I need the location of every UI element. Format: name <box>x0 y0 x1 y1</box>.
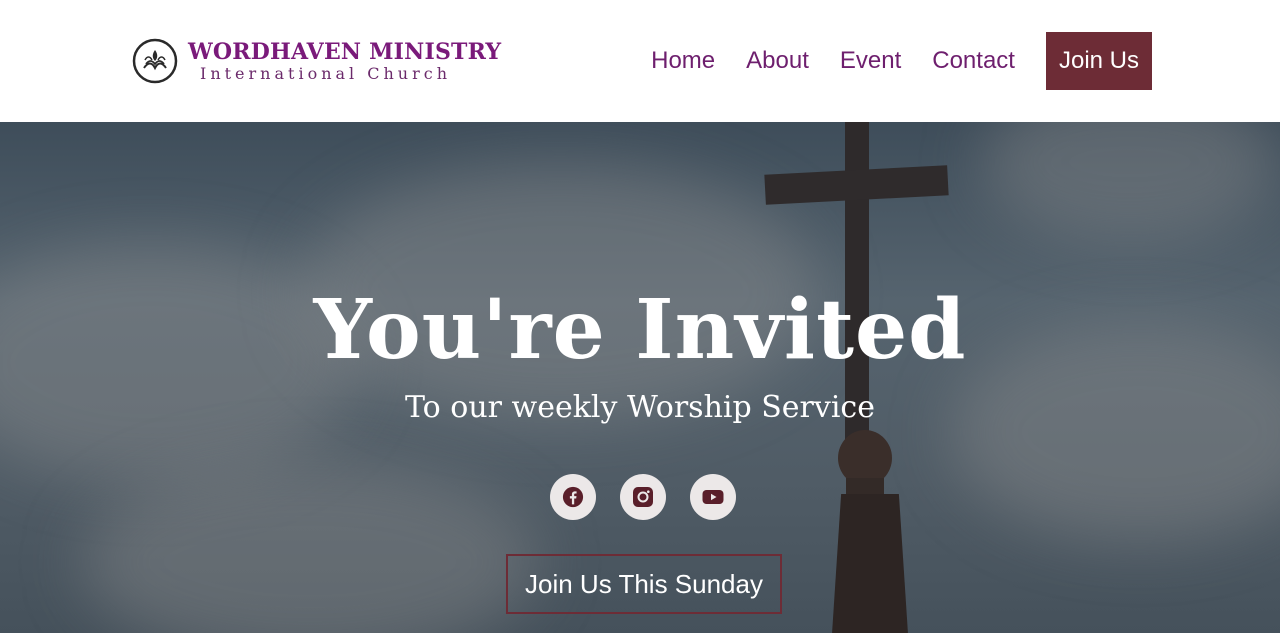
instagram-icon <box>633 487 653 507</box>
join-us-button[interactable]: Join Us <box>1045 32 1152 90</box>
main-nav: Home About Event Contact Join Us <box>651 32 1152 90</box>
brand-name: WORDHAVEN MINISTRY <box>188 39 502 65</box>
nav-item-home[interactable]: Home <box>651 47 715 75</box>
social-links <box>550 474 736 520</box>
facebook-icon <box>562 486 584 508</box>
nav-item-contact[interactable]: Contact <box>932 47 1015 75</box>
hero-section: You're Invited To our weekly Worship Ser… <box>0 122 1280 633</box>
facebook-link[interactable] <box>550 474 596 520</box>
brand-subtitle: International Church <box>200 64 452 83</box>
youtube-icon <box>702 490 724 504</box>
cloud-decoration <box>80 462 540 633</box>
youtube-link[interactable] <box>690 474 736 520</box>
instagram-link[interactable] <box>620 474 666 520</box>
logo[interactable]: WORDHAVEN MINISTRY International Church <box>132 36 501 86</box>
logo-mark-icon <box>132 38 178 84</box>
join-sunday-button[interactable]: Join Us This Sunday <box>506 554 782 614</box>
cloud-decoration <box>980 122 1280 242</box>
site-header: WORDHAVEN MINISTRY International Church … <box>0 0 1280 122</box>
nav-item-about[interactable]: About <box>746 47 809 75</box>
logo-text: WORDHAVEN MINISTRY International Church <box>188 39 501 83</box>
cross-horizontal-beam <box>764 165 949 205</box>
hero-subtitle: To our weekly Worship Service <box>405 390 875 425</box>
nav-item-event[interactable]: Event <box>840 47 901 75</box>
spire-base <box>832 494 908 633</box>
hero-title: You're Invited <box>313 282 967 378</box>
